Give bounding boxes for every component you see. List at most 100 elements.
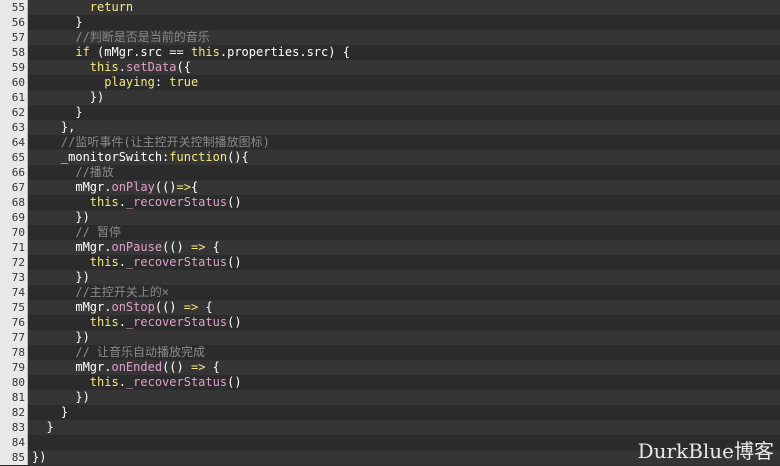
code-line[interactable]: 74 //主控开关上的× — [0, 285, 780, 300]
code-token: . — [118, 375, 126, 389]
line-code: mMgr.onPlay(()=>{ — [28, 180, 198, 195]
code-token: playing — [32, 75, 155, 89]
code-line[interactable]: 72 this._recoverStatus() — [0, 255, 780, 270]
line-number: 68 — [0, 195, 28, 210]
code-token: //判断是否是当前的音乐 — [75, 30, 210, 44]
code-token: => — [190, 360, 206, 374]
line-code: mMgr.onStop(() => { — [28, 300, 213, 315]
line-number: 75 — [0, 300, 28, 315]
code-token: () — [227, 375, 242, 389]
code-line[interactable]: 66 //播放 — [0, 165, 780, 180]
line-number: 80 — [0, 375, 28, 390]
code-token: }) — [32, 270, 90, 284]
line-code: }) — [28, 270, 90, 285]
line-number: 67 — [0, 180, 28, 195]
line-number: 83 — [0, 420, 28, 435]
code-line[interactable]: 81 }) — [0, 390, 780, 405]
line-number: 85 — [0, 450, 28, 465]
code-token: function — [169, 150, 228, 164]
code-token: mMgr. — [32, 360, 112, 374]
code-line[interactable]: 67 mMgr.onPlay(()=>{ — [0, 180, 780, 195]
line-number: 61 — [0, 90, 28, 105]
line-number: 70 — [0, 225, 28, 240]
line-number: 64 — [0, 135, 28, 150]
line-number: 73 — [0, 270, 28, 285]
code-token: // 暂停 — [75, 225, 122, 239]
line-code: } — [28, 15, 83, 30]
code-line[interactable]: 78 // 让音乐自动播放完成 — [0, 345, 780, 360]
code-token: mMgr. — [32, 300, 112, 314]
line-code: this._recoverStatus() — [28, 195, 242, 210]
code-line[interactable]: 55 return — [0, 0, 780, 15]
code-token: // 让音乐自动播放完成 — [75, 345, 206, 359]
line-number: 58 — [0, 45, 28, 60]
code-line[interactable]: 79 mMgr.onEnded(() => { — [0, 360, 780, 375]
line-code: } — [28, 420, 53, 435]
code-token: .properties.src) { — [219, 45, 350, 59]
code-token: => — [190, 240, 206, 254]
code-token: => — [176, 180, 191, 194]
code-line[interactable]: 77 }) — [0, 330, 780, 345]
line-number: 78 — [0, 345, 28, 360]
code-line[interactable]: 59 this.setData({ — [0, 60, 780, 75]
code-line[interactable]: 83 } — [0, 420, 780, 435]
line-number: 79 — [0, 360, 28, 375]
code-line[interactable]: 70 // 暂停 — [0, 225, 780, 240]
code-token: this — [89, 255, 119, 269]
line-number: 57 — [0, 30, 28, 45]
code-line[interactable]: 64 //监听事件(让主控开关控制播放图标) — [0, 135, 780, 150]
code-editor[interactable]: 55 return 56 } 57 //判断是否是当前的音乐 58 if (mMgr.… — [0, 0, 780, 466]
code-line[interactable]: 58 if (mMgr.src == this.properties.src) … — [0, 45, 780, 60]
code-line[interactable]: 63 }, — [0, 120, 780, 135]
code-token: } — [32, 15, 83, 29]
code-line[interactable]: 60 playing: true — [0, 75, 780, 90]
line-code: //监听事件(让主控开关控制播放图标) — [28, 135, 270, 150]
line-number: 84 — [0, 435, 28, 450]
code-token: _recoverStatus — [125, 375, 228, 389]
code-token: { — [190, 180, 199, 194]
code-line[interactable]: 76 this._recoverStatus() — [0, 315, 780, 330]
code-token: { — [198, 300, 213, 314]
code-token: _recoverStatus — [125, 255, 228, 269]
line-number: 76 — [0, 315, 28, 330]
code-line[interactable]: 71 mMgr.onPause(() => { — [0, 240, 780, 255]
line-code: this._recoverStatus() — [28, 315, 242, 330]
line-code: this.setData({ — [28, 60, 191, 75]
code-token: (() — [162, 360, 191, 374]
code-token: . — [118, 315, 126, 329]
code-token: _recoverStatus — [125, 315, 228, 329]
code-line[interactable]: 65 _monitorSwitch:function(){ — [0, 150, 780, 165]
code-line[interactable]: 73 }) — [0, 270, 780, 285]
code-line[interactable]: 57 //判断是否是当前的音乐 — [0, 30, 780, 45]
code-line[interactable]: 80 this._recoverStatus() — [0, 375, 780, 390]
code-line[interactable]: 68 this._recoverStatus() — [0, 195, 780, 210]
line-code: }) — [28, 390, 89, 405]
code-token: }) — [32, 90, 105, 104]
line-code: }, — [28, 120, 75, 135]
line-code: //播放 — [28, 165, 113, 180]
line-number: 71 — [0, 240, 28, 255]
code-line[interactable]: 69 }) — [0, 210, 780, 225]
code-token: (mMgr.src == — [89, 45, 191, 59]
line-code: } — [28, 405, 68, 420]
line-code: }) — [28, 450, 46, 465]
line-code: //判断是否是当前的音乐 — [28, 30, 210, 45]
code-line[interactable]: 56 } — [0, 15, 780, 30]
code-line[interactable]: 82 } — [0, 405, 780, 420]
code-token: onPlay — [111, 180, 155, 194]
code-line[interactable]: 75 mMgr.onStop(() => { — [0, 300, 780, 315]
code-line[interactable]: 62 } — [0, 105, 780, 120]
line-code: // 让音乐自动播放完成 — [28, 345, 205, 360]
code-token: mMgr. — [32, 180, 112, 194]
code-token: _recoverStatus — [125, 195, 228, 209]
code-line[interactable]: 61 }) — [0, 90, 780, 105]
